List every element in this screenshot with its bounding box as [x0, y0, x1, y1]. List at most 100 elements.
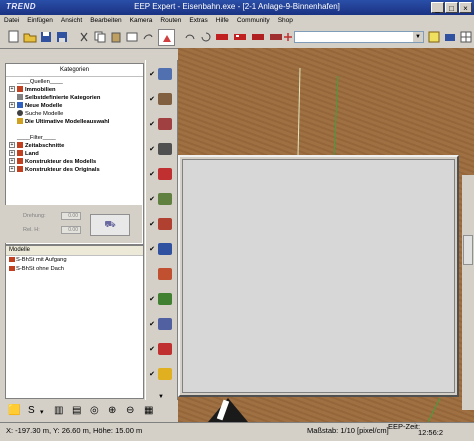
window-icon[interactable] — [124, 29, 139, 44]
window-controls: _ □ × — [431, 2, 472, 13]
rotate-model-button[interactable]: ⛟ — [90, 214, 130, 236]
tree-item-label: Selbstdefinierte Kategorien — [25, 95, 101, 101]
drehung-input[interactable]: 0.00 — [61, 212, 81, 220]
tree-item[interactable]: ____Quellen____ — [6, 78, 143, 86]
tree-item[interactable]: + Immobilien — [6, 86, 143, 94]
menu-routen[interactable]: Routen — [156, 15, 185, 26]
road-icon — [158, 143, 172, 155]
grid-icon[interactable] — [458, 29, 473, 44]
category-button-landscape[interactable]: ✔ — [148, 314, 176, 334]
minimize-button[interactable]: _ — [431, 2, 444, 13]
menu-hilfe[interactable]: Hilfe — [212, 15, 233, 26]
maximize-button[interactable]: □ — [445, 2, 458, 13]
models-panel: Modelle S-BhSt mit Aufgang S-BhSt ohne D… — [5, 245, 144, 399]
wagon-icon[interactable] — [250, 29, 265, 44]
close-button[interactable]: × — [459, 2, 472, 13]
tree-item[interactable]: + Zeitabschnitte — [6, 142, 143, 150]
folder-icon — [17, 166, 23, 173]
check-icon: ✔ — [149, 71, 155, 78]
model-icon — [9, 256, 15, 262]
rail-icon[interactable]: ▥ — [54, 405, 63, 416]
zoom-out-icon[interactable]: ⊖ — [126, 405, 134, 416]
category-button-rail[interactable]: ✔ — [148, 89, 176, 109]
camera-icon[interactable] — [442, 29, 457, 44]
scrollbar-thumb[interactable] — [463, 235, 473, 265]
drehung-label: Drehung: — [23, 213, 46, 219]
color-cube-icon[interactable]: 🟨 — [8, 405, 20, 416]
cut-icon[interactable] — [76, 29, 91, 44]
zoom-in-icon[interactable]: ⊕ — [108, 405, 116, 416]
open-folder-icon[interactable] — [22, 29, 37, 44]
scale-readout: Maßstab: 1/10 [pixel/cm] — [307, 426, 389, 435]
save-as-icon[interactable] — [54, 29, 69, 44]
list-item[interactable]: S-BhSt ohne Dach — [6, 265, 143, 274]
category-button-signal[interactable]: ✔ — [148, 214, 176, 234]
folder-icon — [17, 158, 23, 165]
tree-item[interactable]: + Konstrukteur des Modells — [6, 158, 143, 166]
menu-datei[interactable]: Datei — [0, 15, 23, 26]
shape-icon[interactable]: ▤ — [72, 405, 81, 416]
menu-extras[interactable]: Extras — [185, 15, 211, 26]
ring-icon[interactable]: ◎ — [90, 405, 99, 416]
tree-item[interactable]: + Land — [6, 150, 143, 158]
viewport-scrollbar[interactable] — [462, 175, 474, 410]
train-icon[interactable] — [232, 29, 247, 44]
menu-shop[interactable]: Shop — [274, 15, 297, 26]
category-button-tram[interactable]: ✔ — [148, 164, 176, 184]
menu-kamera[interactable]: Kamera — [126, 15, 157, 26]
menu-ansicht[interactable]: Ansicht — [57, 15, 86, 26]
menu-bearbeiten[interactable]: Bearbeiten — [86, 15, 125, 26]
category-button-cube[interactable]: ✔ — [148, 64, 176, 84]
category-button-track[interactable]: ✔ — [148, 114, 176, 134]
chevron-down-icon[interactable]: ▾ — [40, 408, 44, 416]
tree-item[interactable]: ____Filter____ — [6, 134, 143, 142]
category-scroll-down[interactable]: ▼ — [146, 393, 176, 401]
category-button-water[interactable]: ✔ — [148, 189, 176, 209]
check-icon: ✔ — [149, 196, 155, 203]
rotation-panel: Drehung: 0.00 Rel. H: 0.00 ⛟ — [5, 205, 142, 243]
menu-community[interactable]: Community — [233, 15, 274, 26]
tree-item[interactable]: + Neue Modelle — [6, 102, 143, 110]
goods-icon — [158, 368, 172, 380]
chevron-down-icon[interactable]: ▼ — [413, 32, 423, 42]
signal-icon — [158, 218, 172, 230]
edit-mode-icon[interactable] — [158, 29, 175, 46]
copy-icon[interactable] — [92, 29, 107, 44]
save-icon[interactable] — [38, 29, 53, 44]
check-icon: ✔ — [149, 321, 155, 328]
eep-time-value: 12:56:2 — [418, 428, 444, 437]
category-button-road[interactable]: ✔ — [148, 139, 176, 159]
tree-item-label: ____Filter____ — [17, 135, 56, 141]
track-icon[interactable] — [214, 29, 229, 44]
tree-item[interactable]: Suche Modelle — [6, 110, 143, 118]
category-button-route[interactable]: ✔ — [148, 339, 176, 359]
tree-item[interactable]: Die Ultimative Modelleauswahl — [6, 118, 143, 126]
catalog-tree: ____Quellen____ + Immobilien Selbstdefini… — [6, 78, 143, 174]
layer-select[interactable]: ▼ — [294, 31, 424, 43]
model-icon — [9, 265, 15, 271]
map-icon[interactable] — [426, 29, 441, 44]
relh-input[interactable]: 0.00 — [61, 226, 81, 234]
tree-item[interactable]: Selbstdefinierte Kategorien — [6, 94, 143, 102]
new-file-icon[interactable] — [6, 29, 21, 44]
category-button-people[interactable]: ✔ — [148, 239, 176, 259]
category-button-goods[interactable]: ✔ — [148, 364, 176, 384]
title-bar: TREND EEP Expert - Eisenbahn.exe - [2-1 … — [0, 0, 474, 15]
track-icon — [158, 118, 172, 130]
add-icon[interactable] — [280, 29, 295, 44]
redo-arrow-icon[interactable] — [140, 29, 155, 44]
menu-einfuegen[interactable]: Einfügen — [23, 15, 57, 26]
tree-item-label: ____Quellen____ — [17, 79, 63, 85]
spline-icon[interactable]: S — [28, 405, 35, 416]
category-button-house[interactable] — [148, 264, 176, 284]
category-button-tree[interactable]: ✔ — [148, 289, 176, 309]
properties-window — [178, 155, 459, 397]
undo-icon[interactable] — [182, 29, 197, 44]
rotate-icon[interactable] — [198, 29, 213, 44]
tree-item-label: Suche Modelle — [25, 111, 64, 117]
paste-icon[interactable] — [108, 29, 123, 44]
tree-item[interactable]: + Konstrukteur des Originals — [6, 166, 143, 174]
layers-icon[interactable]: ▦ — [144, 405, 153, 416]
list-item[interactable]: S-BhSt mit Aufgang — [6, 256, 143, 265]
tree-item-label: Konstrukteur des Modells — [25, 159, 97, 165]
